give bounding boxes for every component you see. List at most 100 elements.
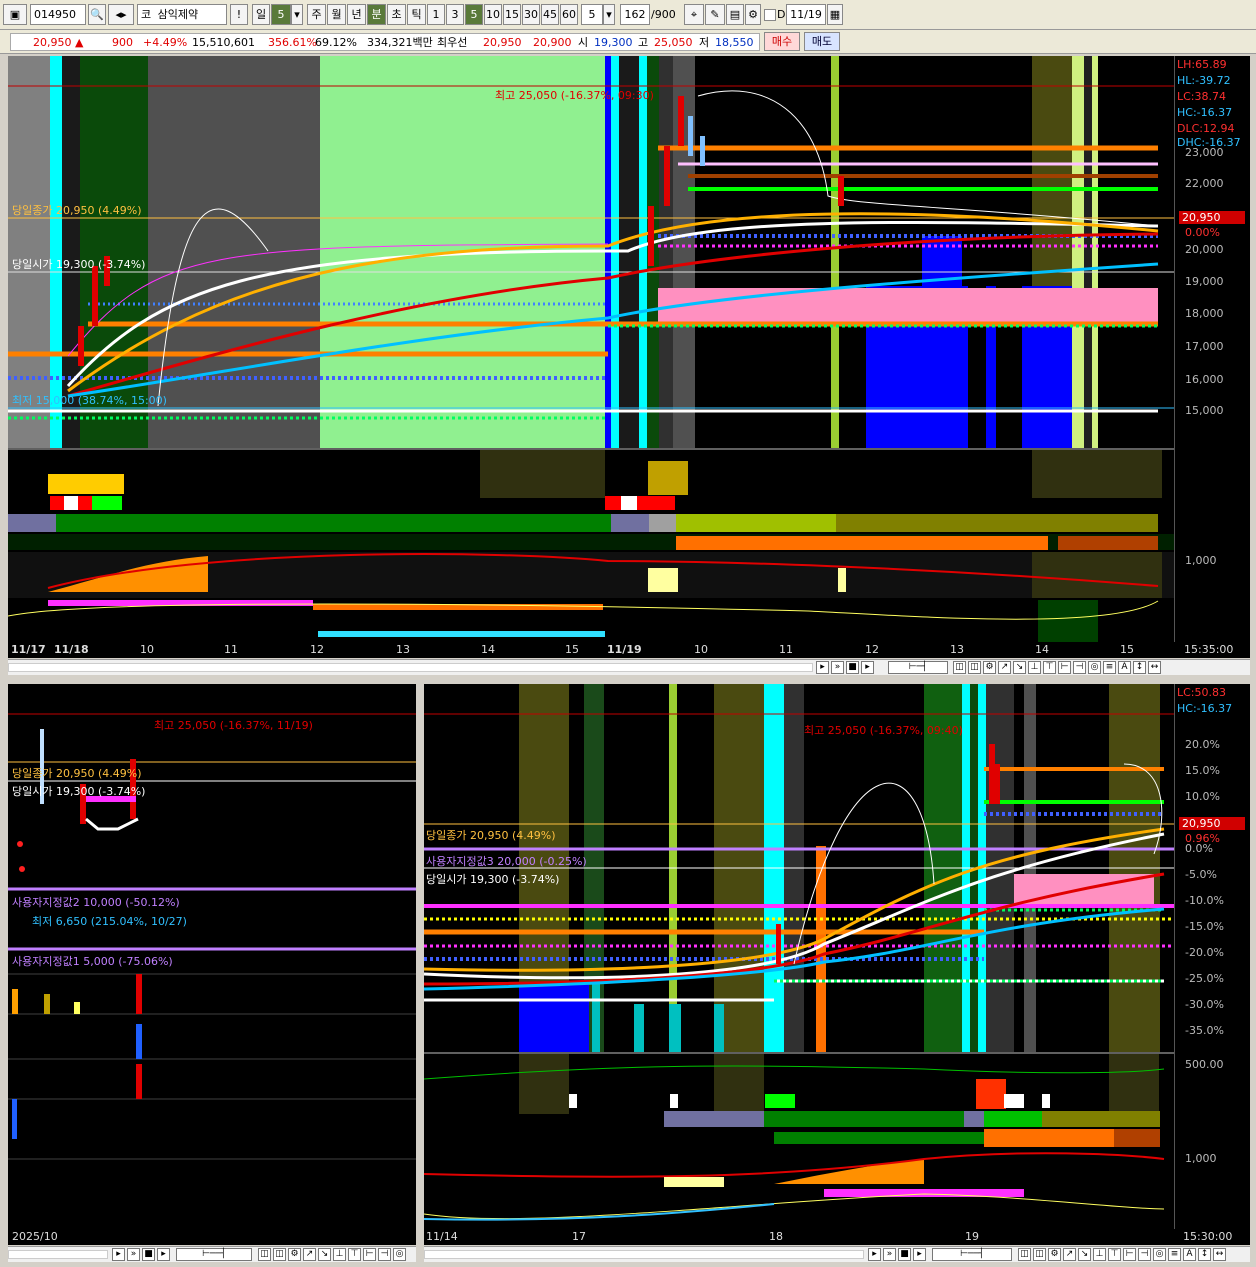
- interval-1[interactable]: 1: [427, 4, 445, 25]
- day-count-select[interactable]: 5: [271, 4, 291, 25]
- tool-icon[interactable]: ↔: [1148, 661, 1161, 674]
- period-button-month[interactable]: 월: [327, 4, 346, 25]
- y-tick: -15.0%: [1185, 920, 1224, 933]
- tool-icon[interactable]: ⚙: [288, 1248, 301, 1261]
- period-button-minute[interactable]: 분: [367, 4, 386, 25]
- tool-icon[interactable]: ≡: [1103, 661, 1116, 674]
- tool-icon[interactable]: ◫: [1033, 1248, 1046, 1261]
- top-high-annotation: 최고 25,050 (-16.37%, 09:30): [495, 89, 654, 102]
- calendar-icon[interactable]: ▦: [827, 4, 843, 25]
- gear-icon[interactable]: ⚙: [745, 4, 761, 25]
- interval-15[interactable]: 15: [503, 4, 521, 25]
- interval-60[interactable]: 60: [560, 4, 578, 25]
- date-checkbox[interactable]: [764, 9, 776, 21]
- tool-icon[interactable]: ◫: [968, 661, 981, 674]
- tool-icon[interactable]: ⊤: [1108, 1248, 1121, 1261]
- tool-icon[interactable]: ⊣: [1073, 661, 1086, 674]
- period-button-tick[interactable]: 틱: [407, 4, 426, 25]
- tool-icon[interactable]: ↗: [1063, 1248, 1076, 1261]
- tool-icon[interactable]: ◫: [1018, 1248, 1031, 1261]
- save-icon[interactable]: ▤: [726, 4, 744, 25]
- tool-icon[interactable]: ↘: [318, 1248, 331, 1261]
- scroll-end-icon[interactable]: »: [883, 1248, 896, 1261]
- tool-icon[interactable]: ◎: [1088, 661, 1101, 674]
- tool-icon[interactable]: ◫: [258, 1248, 271, 1261]
- menu-icon[interactable]: ▣: [3, 4, 27, 25]
- history-icon[interactable]: ◂▸: [108, 4, 134, 25]
- text-tool-icon[interactable]: A: [1183, 1248, 1196, 1261]
- sell-button[interactable]: 매도: [804, 32, 840, 51]
- period-button-week[interactable]: 주: [307, 4, 326, 25]
- stop-icon[interactable]: ■: [142, 1248, 155, 1261]
- stop-icon[interactable]: ■: [846, 661, 859, 674]
- search-icon[interactable]: 🔍: [88, 4, 106, 25]
- zoom-slider[interactable]: ⊢─┤: [888, 661, 948, 674]
- tool-icon[interactable]: ⊥: [1028, 661, 1041, 674]
- scroll-right-icon[interactable]: ▸: [868, 1248, 881, 1261]
- interval-input[interactable]: 5: [581, 4, 603, 25]
- top-y-axis[interactable]: LH:65.89 HL:-39.72 LC:38.74 HC:-16.37 DL…: [1174, 56, 1250, 642]
- zoom-slider[interactable]: ⊢──┤: [932, 1248, 1012, 1261]
- tool-icon[interactable]: ⊢: [1058, 661, 1071, 674]
- stock-code-input[interactable]: 014950: [30, 4, 86, 25]
- tool-icon[interactable]: ◫: [953, 661, 966, 674]
- tool-icon[interactable]: ⊥: [333, 1248, 346, 1261]
- tool-icon[interactable]: ↗: [998, 661, 1011, 674]
- play-icon[interactable]: ▸: [913, 1248, 926, 1261]
- play-icon[interactable]: ▸: [157, 1248, 170, 1261]
- zoom-slider[interactable]: ⊢──┤: [176, 1248, 252, 1261]
- top-scrollbar[interactable]: ▸ » ■ ▸ ⊢─┤ ◫ ◫ ⚙ ↗ ↘ ⊥ ⊤ ⊢ ⊣ ◎ ≡ A ↕ ↔: [8, 659, 1250, 675]
- right-chart-area[interactable]: 최고 25,050 (-16.37%, 09:40) 당일종가 20,950 (…: [424, 684, 1174, 1229]
- tool-icon[interactable]: ↘: [1013, 661, 1026, 674]
- tool-icon[interactable]: ◎: [393, 1248, 406, 1261]
- right-scrollbar[interactable]: ▸ » ■ ▸ ⊢──┤ ◫ ◫ ⚙ ↗ ↘ ⊥ ⊤ ⊢ ⊣ ◎ ≡ A ↕ ↔: [424, 1246, 1250, 1262]
- low-label: 저: [699, 36, 710, 49]
- tool-icon[interactable]: ⊢: [363, 1248, 376, 1261]
- tool-icon[interactable]: ⊢: [1123, 1248, 1136, 1261]
- right-y-axis[interactable]: LC:50.83 HC:-16.37 20.0% 15.0% 10.0% 20,…: [1174, 684, 1250, 1229]
- scroll-right-icon[interactable]: ▸: [112, 1248, 125, 1261]
- tool-icon[interactable]: ≡: [1168, 1248, 1181, 1261]
- tool-icon[interactable]: ↕: [1133, 661, 1146, 674]
- tool-icon[interactable]: ⊤: [348, 1248, 361, 1261]
- left-chart-area[interactable]: 최고 25,050 (-16.37%, 11/19) 당일종가 20,950 (…: [8, 684, 416, 1229]
- tool-icon[interactable]: ⚙: [1048, 1248, 1061, 1261]
- top-chart-area[interactable]: 최고 25,050 (-16.37%, 09:30) 당일종가 20,950 (…: [8, 56, 1174, 642]
- tool-icon[interactable]: ↕: [1198, 1248, 1211, 1261]
- date-input[interactable]: 11/19: [786, 4, 826, 25]
- tool-icon[interactable]: ◫: [273, 1248, 286, 1261]
- tool-icon[interactable]: ↗: [303, 1248, 316, 1261]
- pane-splitter[interactable]: [416, 684, 424, 1267]
- tool-icon[interactable]: ⊥: [1093, 1248, 1106, 1261]
- stop-icon[interactable]: ■: [898, 1248, 911, 1261]
- period-button-second[interactable]: 초: [387, 4, 406, 25]
- scroll-right-icon[interactable]: ▸: [816, 661, 829, 674]
- interval-3[interactable]: 3: [446, 4, 464, 25]
- tool-icon[interactable]: ⊣: [1138, 1248, 1151, 1261]
- tool-icon[interactable]: ⊤: [1043, 661, 1056, 674]
- tool-icon[interactable]: ⚙: [983, 661, 996, 674]
- left-scrollbar[interactable]: ▸ » ■ ▸ ⊢──┤ ◫ ◫ ⚙ ↗ ↘ ⊥ ⊤ ⊢ ⊣ ◎: [8, 1246, 416, 1262]
- tool-icon[interactable]: ⊣: [378, 1248, 391, 1261]
- interval-5[interactable]: 5: [465, 4, 483, 25]
- chevron-down-icon[interactable]: ▾: [291, 4, 303, 25]
- alert-button[interactable]: !: [230, 4, 248, 25]
- period-button-day[interactable]: 일: [252, 4, 270, 25]
- stock-name-field[interactable]: 코 삼익제약: [137, 4, 227, 25]
- tool-icon[interactable]: ↘: [1078, 1248, 1091, 1261]
- scroll-end-icon[interactable]: »: [127, 1248, 140, 1261]
- crosshair-icon[interactable]: ⌖: [684, 4, 704, 25]
- tool-icon[interactable]: ◎: [1153, 1248, 1166, 1261]
- bar-count-input[interactable]: 162: [620, 4, 650, 25]
- interval-45[interactable]: 45: [541, 4, 559, 25]
- interval-10[interactable]: 10: [484, 4, 502, 25]
- text-tool-icon[interactable]: A: [1118, 661, 1131, 674]
- tool-icon[interactable]: ↔: [1213, 1248, 1226, 1261]
- tools-icon[interactable]: ✎: [705, 4, 725, 25]
- play-icon[interactable]: ▸: [861, 661, 874, 674]
- buy-button[interactable]: 매수: [764, 32, 800, 51]
- scroll-end-icon[interactable]: »: [831, 661, 844, 674]
- chevron-down-icon[interactable]: ▾: [603, 4, 615, 25]
- interval-30[interactable]: 30: [522, 4, 540, 25]
- period-button-year[interactable]: 년: [347, 4, 366, 25]
